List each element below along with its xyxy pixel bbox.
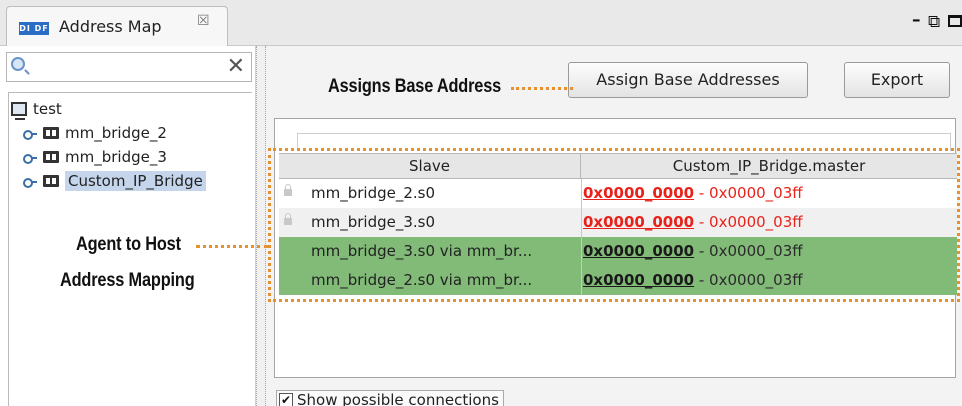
- checkbox-label: Show possible connections: [297, 391, 499, 406]
- slave-cell: mm_bridge_2.s0 via mm_br...: [311, 271, 533, 289]
- expand-toggle-icon[interactable]: [23, 128, 37, 140]
- column-header-master[interactable]: Custom_IP_Bridge.master: [581, 154, 957, 179]
- tree-item-label: mm_bridge_3: [65, 148, 167, 166]
- slave-cell: mm_bridge_2.s0: [311, 184, 436, 202]
- component-icon: [43, 127, 59, 139]
- tree-root-test[interactable]: test: [11, 97, 62, 121]
- address-map-panel: Assign Base Addresses Export Slave Custo…: [266, 46, 962, 406]
- table-row[interactable]: mm_bridge_3.s0 via mm_br... 0x0000_0000 …: [279, 237, 957, 266]
- address-table: Slave Custom_IP_Bridge.master mm_bridge_…: [274, 118, 957, 378]
- base-address: 0x0000_0000: [583, 184, 695, 202]
- annotation-leader-agent: [196, 245, 268, 248]
- tree-item-mm-bridge-3[interactable]: mm_bridge_3: [23, 145, 167, 169]
- clear-filter-icon[interactable]: ✕: [227, 54, 245, 79]
- address-cell[interactable]: 0x0000_0000 - 0x0000_03ff: [583, 237, 803, 266]
- maximize-icon[interactable]: [948, 12, 962, 32]
- end-address: - 0x0000_03ff: [694, 184, 803, 202]
- lock-icon: [284, 213, 292, 225]
- table-header: Slave Custom_IP_Bridge.master: [279, 153, 957, 179]
- component-icon: [43, 175, 59, 187]
- tree-item-label: mm_bridge_2: [65, 124, 167, 142]
- tree-item-label-selected: Custom_IP_Bridge: [65, 171, 206, 191]
- annotation-agent-line1: Agent to Host: [76, 234, 181, 255]
- annotation-assign: Assigns Base Address: [328, 76, 502, 97]
- base-address: 0x0000_0000: [583, 271, 695, 289]
- tab-address-map[interactable]: DI DF Address Map ☒: [6, 6, 228, 46]
- expand-toggle-icon[interactable]: [23, 152, 37, 164]
- hierarchy-panel: ✕ test mm_bridge_2 mm_bridge_3 Custom_IP…: [0, 46, 256, 406]
- cell-divider: [581, 208, 582, 237]
- base-address: 0x0000_0000: [583, 213, 695, 231]
- base-address: 0x0000_0000: [583, 242, 695, 260]
- address-map-icon: DI DF: [19, 22, 49, 35]
- export-button[interactable]: Export: [844, 62, 950, 98]
- minimize-icon[interactable]: –: [912, 10, 921, 30]
- cell-divider: [581, 266, 582, 295]
- search-icon: [11, 57, 25, 71]
- table-row[interactable]: mm_bridge_2.s0 via mm_br... 0x0000_0000 …: [279, 266, 957, 295]
- expand-toggle-icon[interactable]: [23, 176, 37, 188]
- show-possible-connections-toggle[interactable]: ✔ Show possible connections: [276, 390, 504, 406]
- address-cell[interactable]: 0x0000_0000 - 0x0000_03ff: [583, 208, 803, 237]
- detach-icon[interactable]: ⧉: [928, 12, 940, 32]
- table-row[interactable]: mm_bridge_2.s0 0x0000_0000 - 0x0000_03ff: [279, 179, 957, 208]
- filter-field[interactable]: ✕: [6, 52, 252, 82]
- end-address: - 0x0000_03ff: [694, 271, 803, 289]
- component-icon: [43, 151, 59, 163]
- checkbox[interactable]: ✔: [279, 393, 293, 406]
- view-tab-bar: DI DF Address Map ☒ – ⧉: [0, 0, 962, 46]
- column-header-slave[interactable]: Slave: [279, 154, 581, 179]
- end-address: - 0x0000_03ff: [694, 242, 803, 260]
- tree-root-label: test: [33, 100, 62, 118]
- tab-title: Address Map: [59, 17, 162, 36]
- table-row[interactable]: mm_bridge_3.s0 0x0000_0000 - 0x0000_03ff: [279, 208, 957, 237]
- tree-item-custom-ip-bridge[interactable]: Custom_IP_Bridge: [23, 169, 206, 193]
- assign-base-addresses-button[interactable]: Assign Base Addresses: [568, 62, 808, 98]
- slave-cell: mm_bridge_3.s0: [311, 213, 436, 231]
- annotation-leader-assign: [511, 87, 573, 90]
- slave-cell: mm_bridge_3.s0 via mm_br...: [311, 242, 533, 260]
- system-icon: [11, 102, 27, 120]
- close-tab-icon[interactable]: ☒: [197, 13, 210, 29]
- tree-item-mm-bridge-2[interactable]: mm_bridge_2: [23, 121, 167, 145]
- end-address: - 0x0000_03ff: [694, 213, 803, 231]
- lock-icon: [284, 184, 292, 196]
- cell-divider: [581, 237, 582, 266]
- cell-divider: [581, 179, 582, 208]
- address-cell[interactable]: 0x0000_0000 - 0x0000_03ff: [583, 266, 803, 295]
- panel-splitter[interactable]: [256, 46, 266, 406]
- annotation-agent-line2: Address Mapping: [60, 270, 195, 291]
- table-group-header: [297, 133, 951, 151]
- address-cell[interactable]: 0x0000_0000 - 0x0000_03ff: [583, 179, 803, 208]
